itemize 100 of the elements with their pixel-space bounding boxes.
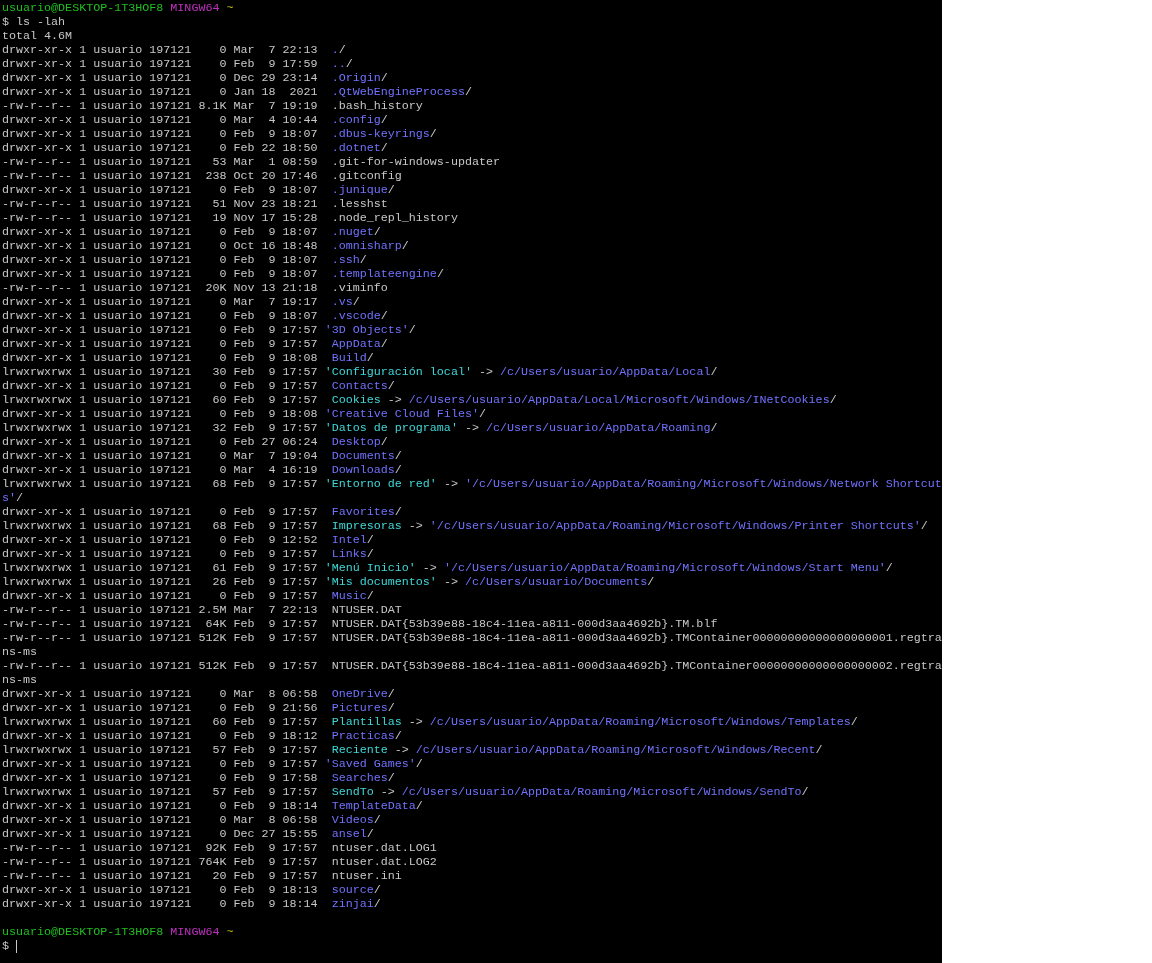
type-suffix: /	[710, 365, 718, 379]
type-suffix: /	[478, 407, 486, 421]
file-details: drwxr-xr-x 1 usuario 197121 0 Feb 9 17:57	[2, 505, 319, 519]
file-name: NTUSER.DAT{53b39e88-18c4-11ea-a811-000d3aa4692b}.TM.blf	[331, 617, 718, 631]
file-name: Cookies	[331, 393, 381, 407]
file-name: source	[331, 883, 374, 897]
command-line: $ ls -lah	[2, 15, 66, 29]
file-name: Videos	[331, 813, 374, 827]
file-name: .omnisharp	[331, 239, 402, 253]
type-suffix: /	[380, 309, 388, 323]
file-details: drwxr-xr-x 1 usuario 197121 0 Mar 4 16:19	[2, 463, 319, 477]
type-suffix: /	[387, 379, 395, 393]
link-target: /c/Users/usuario/AppData/Roaming	[485, 421, 711, 435]
type-suffix: /	[394, 505, 402, 519]
file-details: drwxr-xr-x 1 usuario 197121 0 Mar 8 06:58	[2, 687, 319, 701]
type-suffix: /	[345, 57, 353, 71]
file-details: -rw-r--r-- 1 usuario 197121 20K Nov 13 21:18	[2, 281, 319, 295]
file-name: .templateengine	[331, 267, 437, 281]
link-arrow: ->	[443, 575, 458, 589]
file-name: .node_repl_history	[331, 211, 458, 225]
type-suffix: /	[394, 449, 402, 463]
link-target: '/c/Users/usuario/AppData/Roaming/Microsoft/Windows/Start Menu'	[443, 561, 886, 575]
file-details: lrwxrwxrwx 1 usuario 197121 26 Feb 9 17:57	[2, 575, 319, 589]
file-details: drwxr-xr-x 1 usuario 197121 0 Oct 16 18:48	[2, 239, 319, 253]
prompt-user: usuario@DESKTOP-1T3HOF8	[2, 1, 164, 15]
type-suffix: /	[394, 729, 402, 743]
file-name: ntuser.ini	[331, 869, 402, 883]
file-details: -rw-r--r-- 1 usuario 197121 64K Feb 9 17:57	[2, 617, 319, 631]
file-details: drwxr-xr-x 1 usuario 197121 0 Feb 27 06:24	[2, 435, 319, 449]
file-name: Intel	[331, 533, 367, 547]
link-target: /c/Users/usuario/Documents	[464, 575, 648, 589]
type-suffix: /	[394, 463, 402, 477]
file-name: Pictures	[331, 701, 388, 715]
type-suffix: /	[401, 239, 409, 253]
link-arrow: ->	[478, 365, 493, 379]
file-name: .dbus-keyrings	[331, 127, 430, 141]
type-suffix: /	[885, 561, 893, 575]
file-details: -rw-r--r-- 1 usuario 197121 8.1K Mar 7 19:19	[2, 99, 319, 113]
file-details: lrwxrwxrwx 1 usuario 197121 57 Feb 9 17:57	[2, 743, 319, 757]
file-details: lrwxrwxrwx 1 usuario 197121 32 Feb 9 17:57	[2, 421, 319, 435]
type-suffix: /	[829, 393, 837, 407]
file-details: lrwxrwxrwx 1 usuario 197121 57 Feb 9 17:57	[2, 785, 319, 799]
file-name: Music	[331, 589, 367, 603]
file-name: ntuser.dat.LOG2	[331, 855, 437, 869]
file-name: .QtWebEngineProcess	[331, 85, 465, 99]
terminal-line: -rw-r--r-- 1 usuario 197121 512K Feb 9 17:57 NTUSER.DAT{53b39e88-18c4-11ea-a811-000d3aa4692b}.TMContainer00000000000000000001.regtrans-ms	[2, 631, 943, 659]
file-name: .vs	[331, 295, 353, 309]
file-details: drwxr-xr-x 1 usuario 197121 0 Mar 7 19:04	[2, 449, 319, 463]
file-name: .	[331, 43, 339, 57]
file-name: .bash_history	[331, 99, 423, 113]
file-name: 'Configuración local'	[324, 365, 472, 379]
type-suffix: /	[380, 113, 388, 127]
file-details: drwxr-xr-x 1 usuario 197121 0 Dec 29 23:14	[2, 71, 319, 85]
type-suffix: /	[387, 771, 395, 785]
type-suffix: /	[850, 715, 858, 729]
file-details: drwxr-xr-x 1 usuario 197121 0 Mar 8 06:58	[2, 813, 319, 827]
type-suffix: /	[415, 799, 423, 813]
file-details: lrwxrwxrwx 1 usuario 197121 68 Feb 9 17:57	[2, 519, 319, 533]
file-details: lrwxrwxrwx 1 usuario 197121 61 Feb 9 17:57	[2, 561, 319, 575]
type-suffix: /	[373, 883, 381, 897]
type-suffix: /	[373, 225, 381, 239]
file-details: drwxr-xr-x 1 usuario 197121 0 Feb 9 12:52	[2, 533, 319, 547]
file-name: Documents	[331, 449, 395, 463]
type-suffix: /	[408, 323, 416, 337]
file-name: .viminfo	[331, 281, 388, 295]
file-name: .junique	[331, 183, 388, 197]
file-name: Build	[331, 351, 367, 365]
file-details: lrwxrwxrwx 1 usuario 197121 60 Feb 9 17:57	[2, 393, 319, 407]
file-name: .config	[331, 113, 381, 127]
file-details: drwxr-xr-x 1 usuario 197121 0 Jan 18 2021	[2, 85, 319, 99]
type-suffix: /	[415, 757, 423, 771]
type-suffix: /	[436, 267, 444, 281]
link-arrow: ->	[394, 743, 409, 757]
file-details: drwxr-xr-x 1 usuario 197121 0 Dec 27 15:55	[2, 827, 319, 841]
file-name: Plantillas	[331, 715, 402, 729]
file-name: .ssh	[331, 253, 360, 267]
prompt-symbol: $	[2, 939, 9, 953]
file-details: drwxr-xr-x 1 usuario 197121 0 Feb 9 17:59	[2, 57, 319, 71]
type-suffix: /	[464, 85, 472, 99]
file-name: ..	[331, 57, 346, 71]
file-name: TemplateData	[331, 799, 416, 813]
file-details: drwxr-xr-x 1 usuario 197121 0 Feb 9 18:07	[2, 183, 319, 197]
file-details: -rw-r--r-- 1 usuario 197121 764K Feb 9 17:57	[2, 855, 319, 869]
prompt-user: usuario@DESKTOP-1T3HOF8	[2, 925, 164, 939]
file-name: .nuget	[331, 225, 374, 239]
file-details: lrwxrwxrwx 1 usuario 197121 60 Feb 9 17:57	[2, 715, 319, 729]
type-suffix: /	[359, 253, 367, 267]
file-name: ansel	[331, 827, 367, 841]
file-details: drwxr-xr-x 1 usuario 197121 0 Feb 9 18:07	[2, 253, 319, 267]
prompt-system: MINGW64	[170, 925, 220, 939]
file-name: SendTo	[331, 785, 374, 799]
file-details: drwxr-xr-x 1 usuario 197121 0 Feb 9 18:13	[2, 883, 319, 897]
file-details: -rw-r--r-- 1 usuario 197121 238 Oct 20 17:46	[2, 169, 319, 183]
file-name: .vscode	[331, 309, 381, 323]
type-suffix: /	[352, 295, 360, 309]
file-name: .git-for-windows-updater	[331, 155, 500, 169]
total-line: total 4.6M	[2, 29, 73, 43]
file-name: 'Saved Games'	[324, 757, 416, 771]
link-arrow: ->	[464, 421, 479, 435]
file-name: Practicas	[331, 729, 395, 743]
